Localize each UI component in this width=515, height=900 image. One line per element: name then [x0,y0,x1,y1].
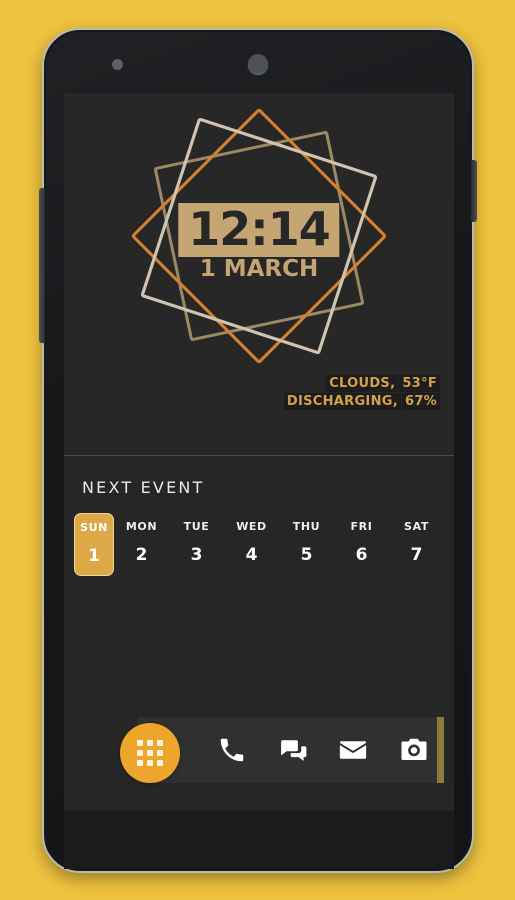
phone-screen: 12:14 1 MARCH CLOUDS, 53°F DISCHARGING, 67… [64,93,454,811]
clock-time: 12:14 [188,202,330,256]
day-cell-tue[interactable]: TUE 3 [169,513,224,576]
clock-widget[interactable]: 12:14 1 MARCH CLOUDS, 53°F DISCHARGING, 67… [64,93,454,455]
battery-level-value: 67% [401,393,440,410]
phone-icon [220,738,244,762]
dock-item-email[interactable] [323,735,384,765]
day-cell-thu[interactable]: THU 5 [279,513,334,576]
status-widget[interactable]: CLOUDS, 53°F DISCHARGING, 67% [283,375,440,412]
day-name: SUN [80,521,108,534]
day-cell-sun[interactable]: SUN 1 [74,513,114,576]
day-cell-mon[interactable]: MON 2 [114,513,169,576]
home-screen-empty-area [64,631,454,691]
dock-item-camera[interactable] [383,735,444,765]
volume-rocker[interactable] [39,188,45,343]
day-number: 5 [300,545,313,565]
email-icon [339,741,367,759]
day-cell-sat[interactable]: SAT 7 [389,513,444,576]
temperature-value: 53°F [399,375,440,392]
day-strip[interactable]: SUN 1 MON 2 TUE 3 WED 4 THU 5 FRI 6 SAT … [64,513,454,576]
day-number: 3 [190,545,203,565]
proximity-sensor-icon [112,59,123,70]
phone-frame: 12:14 1 MARCH CLOUDS, 53°F DISCHARGING, 67… [39,28,477,873]
dock-area [64,691,454,811]
clock-time-plate[interactable]: 12:14 [178,202,340,257]
weather-status-line[interactable]: CLOUDS, 53°F [284,375,440,392]
power-button[interactable] [471,160,477,222]
day-number: 1 [88,546,100,566]
day-number: 7 [410,545,423,565]
app-drawer-button[interactable] [120,723,180,783]
day-cell-fri[interactable]: FRI 6 [334,513,389,576]
day-name: FRI [350,520,373,533]
front-camera-icon [248,54,268,74]
dock-bar [138,717,444,783]
messages-icon [280,740,306,761]
day-name: MON [125,520,158,533]
day-number: 6 [355,545,368,565]
phone-bottom-chin [64,811,454,869]
day-name: SAT [404,520,429,533]
next-event-title: NEXT EVENT [82,478,205,497]
dock-item-phone[interactable] [202,735,263,765]
day-number: 2 [135,545,148,565]
day-cell-wed[interactable]: WED 4 [224,513,279,576]
battery-status-line[interactable]: DISCHARGING, 67% [283,393,440,410]
app-drawer-grid-icon [137,740,163,766]
day-name: THU [292,520,321,533]
battery-label: DISCHARGING, [283,393,401,410]
next-event-widget[interactable]: NEXT EVENT SUN 1 MON 2 TUE 3 WED 4 THU 5… [64,456,454,631]
page-indicator [437,717,444,783]
weather-label: CLOUDS, [326,375,399,392]
dock-item-messages[interactable] [262,735,323,765]
day-number: 4 [245,545,258,565]
day-name: WED [236,520,267,533]
camera-icon [401,738,427,760]
clock-date: 1 MARCH [199,256,319,282]
day-name: TUE [183,520,210,533]
